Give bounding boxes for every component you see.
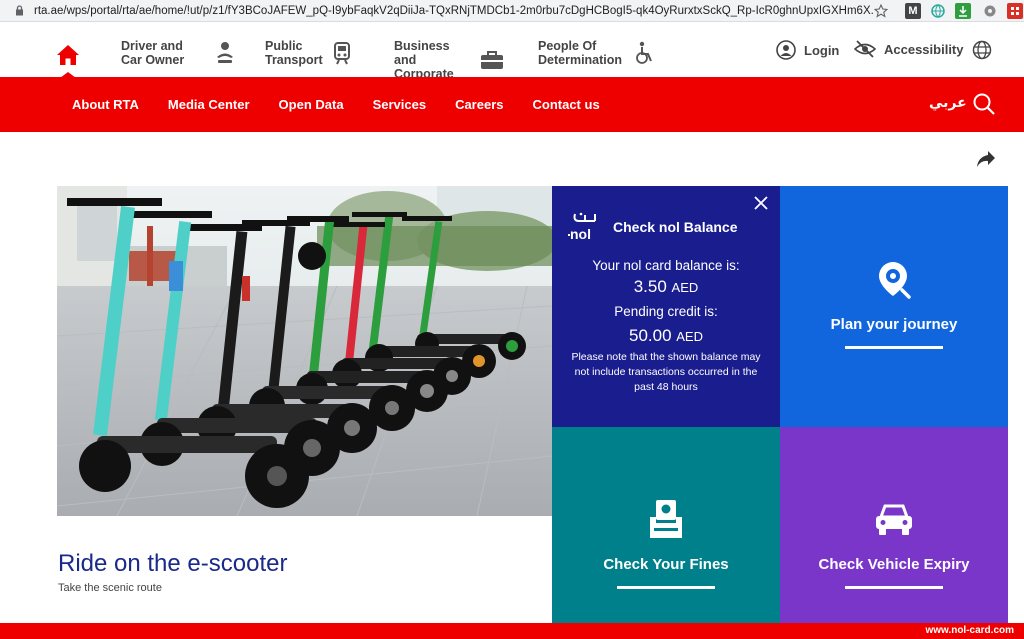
- fines-document-icon: [648, 499, 684, 544]
- extension-globe-icon[interactable]: [930, 3, 946, 19]
- plan-journey-label: Plan your journey: [830, 316, 958, 333]
- nav-about-rta[interactable]: About RTA: [72, 97, 139, 112]
- login-link[interactable]: Login: [776, 40, 839, 60]
- check-fines-underline: [617, 586, 715, 589]
- nav-open-data[interactable]: Open Data: [279, 97, 344, 112]
- extension-download-icon[interactable]: [955, 3, 971, 19]
- plan-journey-tile[interactable]: Plan your journey: [780, 186, 1008, 427]
- check-fines-tile[interactable]: Check Your Fines: [552, 427, 780, 623]
- check-vehicle-expiry-label: Check Vehicle Expiry: [818, 556, 970, 573]
- extension-red-icon[interactable]: [1007, 3, 1023, 19]
- eye-slash-icon: [854, 40, 876, 58]
- accessibility-link[interactable]: Accessibility: [854, 40, 964, 58]
- nav-contact-us[interactable]: Contact us: [533, 97, 600, 112]
- balance-currency: AED: [671, 280, 699, 295]
- language-globe-link[interactable]: [972, 40, 992, 60]
- map-pin-search-icon: [876, 260, 914, 305]
- balance-note: Please note that the shown balance may n…: [571, 351, 761, 393]
- star-icon[interactable]: [873, 3, 889, 19]
- nav-careers[interactable]: Careers: [455, 97, 503, 112]
- car-icon: [874, 503, 914, 542]
- pending-amount: 50.00 AED: [552, 326, 780, 346]
- nol-footer-strip: www.nol-card.com: [0, 623, 1024, 639]
- share-icon[interactable]: [976, 150, 996, 173]
- check-fines-label: Check Your Fines: [603, 556, 729, 573]
- balance-label: Your nol card balance is:: [592, 258, 740, 273]
- arabic-language-link[interactable]: عربي: [929, 94, 967, 111]
- page: rta.ae/wps/portal/rta/ae/home/!ut/p/z1/f…: [0, 0, 1024, 639]
- nav-media-center[interactable]: Media Center: [168, 97, 250, 112]
- lock-icon: [10, 5, 28, 16]
- extension-gear-icon[interactable]: [982, 3, 998, 19]
- home-icon: [57, 45, 79, 65]
- extension-m-icon[interactable]: M: [905, 3, 921, 19]
- driver-icon: [215, 41, 235, 65]
- nol-card-link[interactable]: www.nol-card.com: [925, 625, 1014, 636]
- hero-subtitle: Take the scenic route: [58, 582, 162, 594]
- pending-label: Pending credit is:: [614, 304, 718, 319]
- check-vehicle-expiry-tile[interactable]: Check Vehicle Expiry: [780, 427, 1008, 623]
- svg-text:nol: nol: [570, 226, 591, 242]
- balance-amount: 3.50 AED: [552, 277, 780, 297]
- main-navigation: About RTA Media Center Open Data Service…: [0, 77, 1024, 132]
- url-field[interactable]: rta.ae/wps/portal/rta/ae/home/!ut/p/z1/f…: [34, 5, 874, 17]
- nav-services[interactable]: Services: [373, 97, 427, 112]
- briefcase-icon: [480, 50, 504, 70]
- balance-value: 3.50: [633, 277, 667, 296]
- nav-people-of-determination[interactable]: People Of Determination: [538, 39, 654, 67]
- user-icon: [776, 40, 796, 60]
- check-vehicle-expiry-underline: [845, 586, 943, 589]
- nav-driver-car-owner[interactable]: Driver and Car Owner: [121, 39, 235, 67]
- globe-icon: [972, 40, 992, 60]
- pending-currency: AED: [676, 329, 703, 344]
- nav-business-corporate[interactable]: Business and Corporate: [394, 39, 504, 81]
- plan-journey-underline: [845, 346, 943, 349]
- browser-address-bar: rta.ae/wps/portal/rta/ae/home/!ut/p/z1/f…: [0, 0, 1024, 22]
- wheelchair-icon: [634, 41, 654, 65]
- hero-image-e-scooters[interactable]: [57, 186, 552, 516]
- home-link[interactable]: [56, 44, 80, 66]
- nav-public-transport[interactable]: Public Transport: [265, 39, 351, 67]
- hero-title[interactable]: Ride on the e-scooter: [58, 550, 287, 578]
- top-navigation: Driver and Car Owner Public Transport Bu…: [0, 22, 1024, 81]
- train-icon: [333, 41, 351, 65]
- nol-logo: nol: [567, 211, 601, 243]
- nol-tile-title: Check nol Balance: [613, 219, 738, 235]
- pending-value: 50.00: [628, 326, 672, 345]
- search-icon[interactable]: [972, 92, 996, 121]
- nol-balance-tile: nol Check nol Balance Your nol card bala…: [552, 186, 780, 427]
- close-icon[interactable]: [754, 196, 768, 215]
